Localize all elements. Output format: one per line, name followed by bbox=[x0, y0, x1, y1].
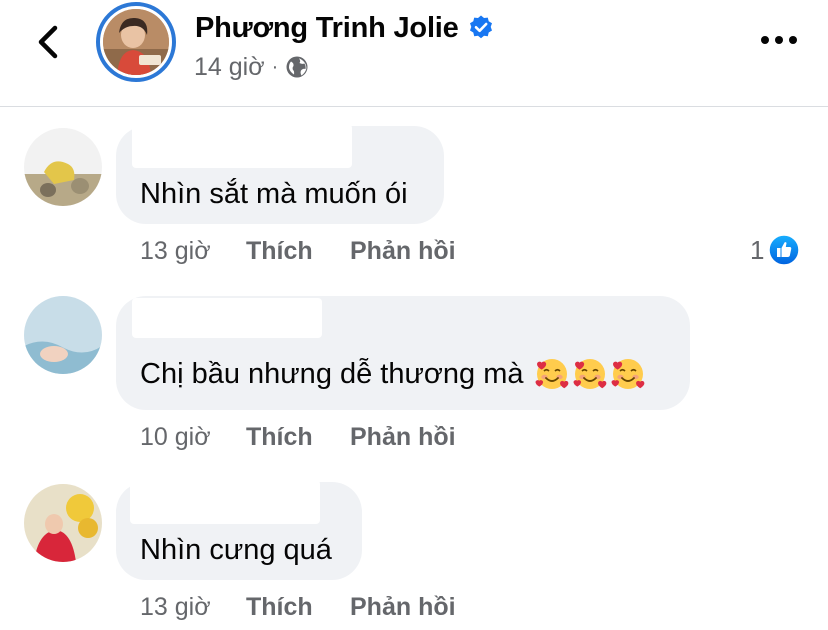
commenter-avatar[interactable] bbox=[24, 128, 102, 206]
post-header: Phương Trinh Jolie 14 giờ · bbox=[0, 0, 828, 107]
like-reaction-icon bbox=[768, 234, 801, 266]
comment-bubble: Chị bầu nhưng dễ thương mà bbox=[116, 296, 690, 410]
page-name-row: Phương Trinh Jolie bbox=[195, 10, 495, 46]
redacted-name bbox=[132, 298, 322, 338]
comment-text: Chị bầu nhưng dễ thương mà bbox=[140, 357, 524, 390]
header-divider bbox=[0, 106, 828, 107]
reply-button[interactable]: Phản hồi bbox=[350, 423, 456, 452]
comment-time[interactable]: 10 giờ bbox=[140, 423, 246, 452]
like-button[interactable]: Thích bbox=[246, 237, 350, 266]
comment-time[interactable]: 13 giờ bbox=[140, 593, 246, 622]
reaction-summary[interactable]: 1 bbox=[750, 234, 801, 266]
comment-text-row: Chị bầu nhưng dễ thương mà bbox=[140, 356, 646, 392]
comments-screen: Phương Trinh Jolie 14 giờ · Nhìn sắt mà … bbox=[0, 0, 828, 630]
comment-actions: 10 giờ Thích Phản hồi bbox=[140, 422, 456, 452]
meta-separator: · bbox=[271, 55, 279, 78]
back-button[interactable] bbox=[26, 20, 70, 64]
back-chevron-icon bbox=[38, 25, 58, 59]
commenter-avatar[interactable] bbox=[24, 296, 102, 374]
comment-bubble: Nhìn sắt mà muốn ói bbox=[116, 124, 444, 224]
globe-icon bbox=[286, 56, 308, 78]
more-options-button[interactable] bbox=[756, 26, 802, 54]
comment-bubble: Nhìn cưng quá bbox=[116, 480, 362, 580]
like-button[interactable]: Thích bbox=[246, 423, 350, 452]
smiling-face-with-hearts-icon bbox=[535, 359, 568, 389]
redacted-name bbox=[132, 124, 352, 168]
page-name[interactable]: Phương Trinh Jolie bbox=[195, 12, 459, 45]
verified-badge-icon bbox=[469, 15, 492, 39]
page-avatar[interactable] bbox=[96, 2, 176, 82]
smiling-face-with-hearts-icon bbox=[611, 359, 644, 389]
post-time[interactable]: 14 giờ bbox=[194, 53, 265, 82]
reply-button[interactable]: Phản hồi bbox=[350, 593, 456, 622]
post-meta: 14 giờ · bbox=[194, 52, 309, 82]
comment-actions: 13 giờ Thích Phản hồi bbox=[140, 236, 456, 266]
reply-button[interactable]: Phản hồi bbox=[350, 237, 456, 266]
comment-actions: 13 giờ Thích Phản hồi bbox=[140, 592, 456, 622]
comment-text: Nhìn sắt mà muốn ói bbox=[140, 178, 408, 210]
like-button[interactable]: Thích bbox=[246, 593, 350, 622]
reaction-count: 1 bbox=[750, 234, 765, 265]
comment-time[interactable]: 13 giờ bbox=[140, 237, 246, 266]
redacted-name bbox=[130, 480, 320, 524]
avatar-photo bbox=[103, 9, 169, 75]
comment-text: Nhìn cưng quá bbox=[140, 534, 332, 566]
commenter-avatar[interactable] bbox=[24, 484, 102, 562]
more-dots-icon bbox=[761, 36, 797, 44]
smiling-face-with-hearts-icon bbox=[573, 359, 606, 389]
